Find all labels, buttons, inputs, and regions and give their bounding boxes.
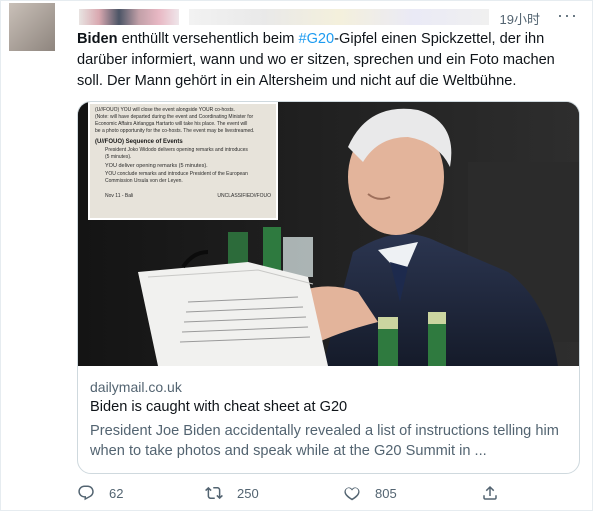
inset-line: YOU conclude remarks and introduce Presi… <box>105 171 248 177</box>
tweet-text: Biden enthüllt versehentlich beim #G20-G… <box>77 29 577 92</box>
inset-line: (U//FOUO) Sequence of Events <box>95 139 183 145</box>
redacted-author-handle <box>189 9 489 25</box>
action-bar: 62 250 805 <box>77 484 577 506</box>
heart-icon <box>344 487 360 501</box>
hashtag-link[interactable]: #G20 <box>298 31 334 47</box>
card-domain: dailymail.co.uk <box>90 379 182 395</box>
avatar[interactable] <box>9 3 55 51</box>
reply-count: 62 <box>109 485 124 501</box>
inset-line: Nov 11 - Bali <box>105 193 134 199</box>
retweet-count: 250 <box>237 485 259 501</box>
like-count: 805 <box>375 485 397 501</box>
tweet-container: 19小时 ··· Biden enthüllt versehentlich be… <box>0 0 593 511</box>
inset-footer: Nov 11 - Bali UNCLASSIFIED//FOUO <box>95 193 271 199</box>
cheat-sheet-inset: (U//FOUO) YOU will close the event along… <box>88 102 278 220</box>
inset-line: Economic Affairs Airlangga Hartarto will… <box>95 121 248 127</box>
share-button[interactable] <box>481 484 499 502</box>
inset-line: YOU deliver opening remarks (5 minutes). <box>105 163 208 169</box>
tweet-text-bold: Biden <box>77 31 118 47</box>
share-icon <box>483 485 497 500</box>
redacted-author-name <box>79 9 179 25</box>
like-button[interactable]: 805 <box>343 484 397 502</box>
inset-line: (U//FOUO) YOU will close the event along… <box>95 107 235 113</box>
retweet-icon <box>205 486 223 500</box>
inset-line: (Note: will have departed during the eve… <box>95 114 254 120</box>
more-options-button[interactable]: ··· <box>557 5 578 26</box>
tweet-timestamp[interactable]: 19小时 <box>500 9 540 28</box>
reply-button[interactable]: 62 <box>77 484 123 502</box>
inset-line: (5 minutes). <box>105 154 132 160</box>
link-card[interactable]: (U//FOUO) YOU will close the event along… <box>77 101 580 474</box>
inset-line: UNCLASSIFIED//FOUO <box>217 193 271 199</box>
reply-icon <box>78 485 94 501</box>
card-meta: dailymail.co.uk Biden is caught with che… <box>90 379 570 461</box>
inset-line: be a photo opportunity for the co-hosts.… <box>95 128 255 134</box>
inset-line: Commission Ursula von der Leyen. <box>105 178 183 184</box>
card-title: Biden is caught with cheat sheet at G20 <box>90 399 348 415</box>
retweet-button[interactable]: 250 <box>205 484 259 502</box>
tweet-text-part1: enthüllt versehentlich beim <box>117 31 299 47</box>
inset-line: President Joko Widodo delivers opening r… <box>105 147 248 153</box>
card-image[interactable]: (U//FOUO) YOU will close the event along… <box>78 102 579 366</box>
card-description: President Joe Biden accidentally reveale… <box>90 423 559 459</box>
